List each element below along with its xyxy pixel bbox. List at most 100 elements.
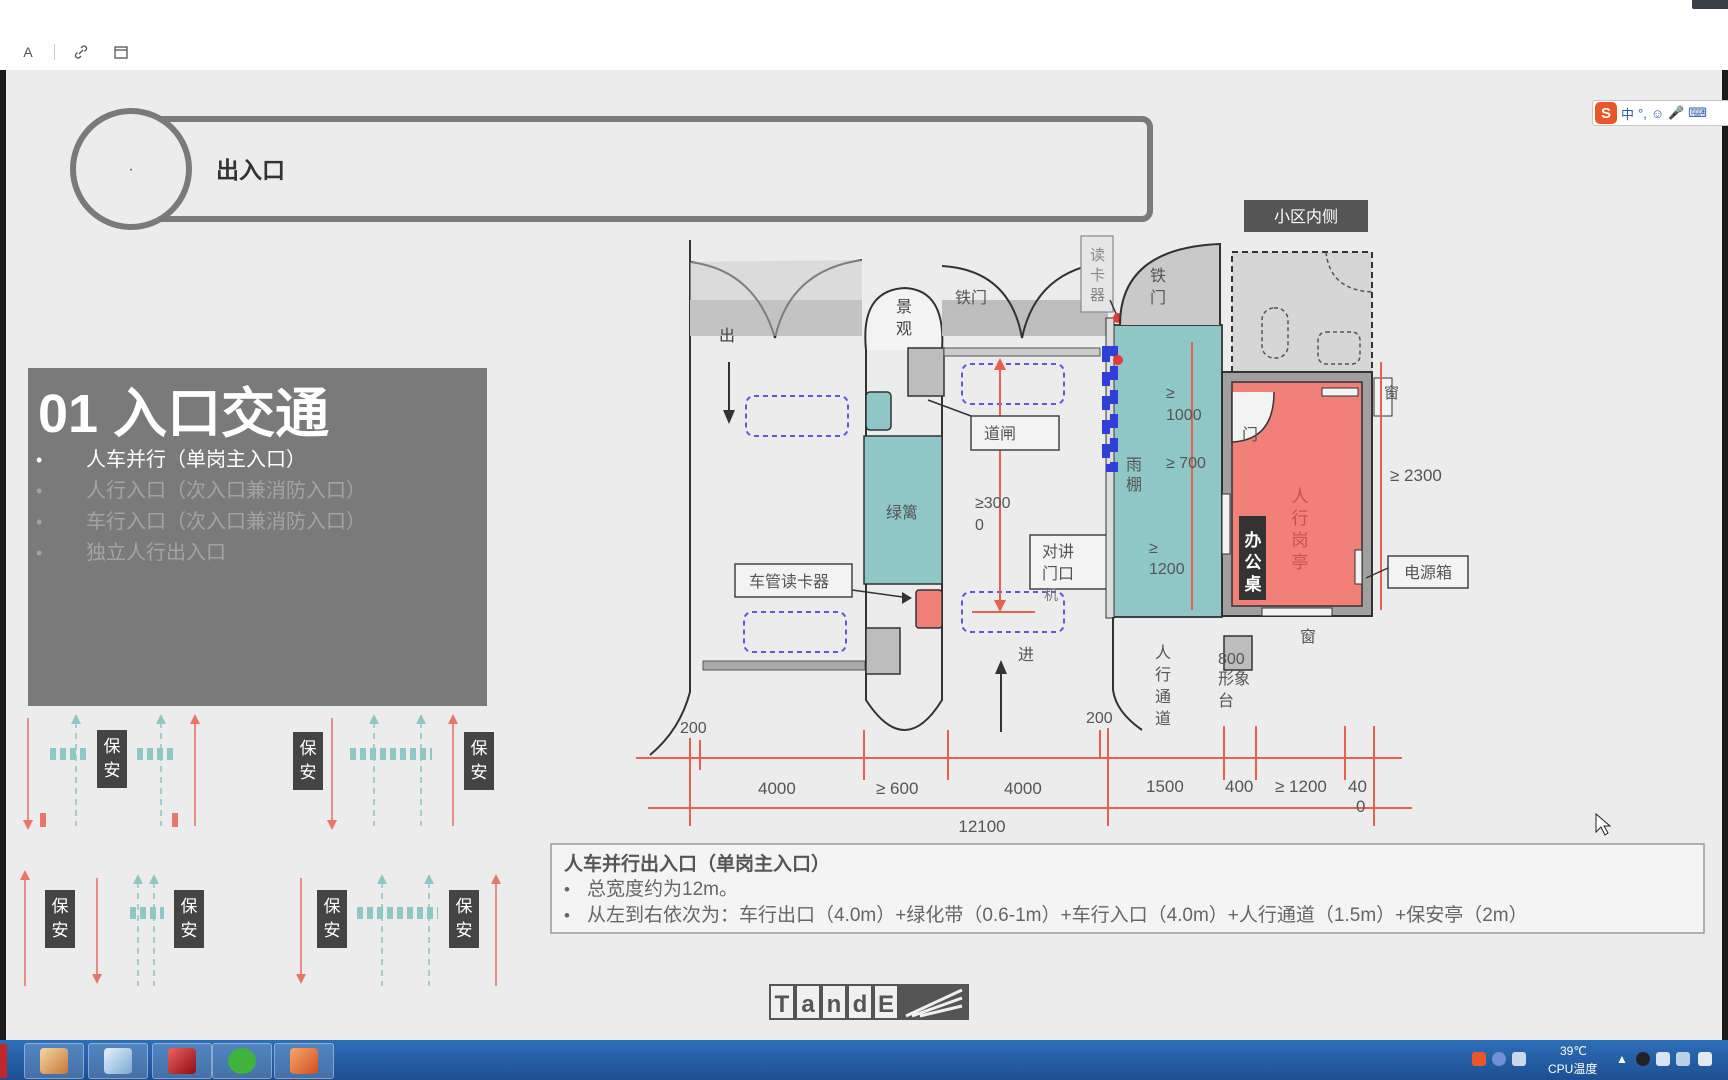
passage-label: 行 [1155, 666, 1171, 684]
green-strip-label: 绿篱 [886, 503, 918, 522]
taskbar-app-powerpoint[interactable] [274, 1043, 334, 1079]
wechat-icon [228, 1048, 256, 1074]
taskbar-app-autocad[interactable] [152, 1043, 212, 1079]
arrowhead [491, 874, 501, 884]
volume-tray-icon[interactable] [1698, 1052, 1712, 1066]
guard-label: 安 [181, 921, 198, 940]
dim-label: ≥ [1149, 540, 1158, 557]
desk-label: 公 [1245, 553, 1262, 572]
booth-label: 亭 [1292, 553, 1309, 572]
flag-tray-icon[interactable] [1656, 1052, 1670, 1066]
iron-gate-label: 铁门 [955, 289, 987, 307]
arrowhead [424, 874, 434, 884]
intercom-label: 门口 [1042, 565, 1074, 583]
dim-label: 0 [1356, 797, 1365, 816]
topic-panel: 01 入口交通 • 人车并行（单岗主入口） • 人行入口（次入口兼消防入口） •… [28, 368, 487, 706]
arrowhead [133, 874, 143, 884]
vehicle-slot [961, 363, 1065, 405]
cpu-temperature: 39℃ [1560, 1044, 1587, 1058]
booth-side-window [1221, 493, 1231, 555]
booth-label: 岗 [1292, 531, 1309, 550]
topic-bullet: • [36, 450, 42, 470]
topic-bullet: • [36, 543, 42, 563]
help-tray-icon[interactable] [1492, 1052, 1506, 1066]
plan-boundary [649, 240, 691, 756]
topic-item[interactable]: 人行入口（次入口兼消防入口） [86, 479, 366, 502]
logo-letter: E [878, 991, 894, 1018]
topic-item[interactable]: 车行入口（次入口兼消防入口） [86, 510, 366, 533]
booth-bottom-window [1261, 607, 1333, 617]
link-button[interactable] [70, 42, 92, 62]
editor-toolbar [0, 0, 1728, 70]
taskbar-app-tools[interactable] [24, 1043, 84, 1079]
dim-label: ≥ 700 [1166, 455, 1206, 472]
dim-label: ≥300 [975, 495, 1011, 512]
explorer-icon [104, 1048, 132, 1074]
tray-widget-icon[interactable] [1512, 1052, 1526, 1066]
desk-label: 桌 [1245, 575, 1263, 594]
ime-toolbar[interactable]: S 中 °, ☺ 🎤 ⌨ [1592, 100, 1728, 126]
guard-label: 安 [456, 921, 473, 940]
link-icon [74, 45, 88, 59]
taskbar-app-wechat[interactable] [212, 1043, 272, 1079]
arrowhead [416, 714, 426, 724]
tray-expand-icon[interactable]: ▲ [1616, 1052, 1628, 1066]
booth-window-strip [1321, 387, 1359, 397]
keyboard-icon[interactable]: ⌨ [1688, 105, 1707, 121]
topic-bullet: • [36, 481, 42, 501]
autocad-icon [168, 1048, 196, 1074]
iron-gate-label: 门 [1150, 289, 1166, 307]
barrier-machine [865, 627, 901, 675]
dim-label: 0 [975, 517, 984, 534]
dim-label: ≥ 1200 [1275, 777, 1327, 796]
topic-item[interactable]: 独立人行出入口 [86, 541, 226, 564]
calendar-button[interactable] [110, 42, 132, 62]
ime-punctuation-toggle[interactable]: °, [1638, 106, 1647, 121]
caption-box: 人车并行出入口（单岗主入口） • 总宽度约为12m。 • 从左到右依次为：车行出… [550, 843, 1705, 934]
guard-label: 保 [181, 897, 198, 916]
sogou-tray-icon[interactable] [1472, 1052, 1486, 1066]
gate-marker [40, 813, 46, 827]
washroom-area [1231, 251, 1373, 373]
booth-label: 人 [1292, 487, 1309, 506]
guard-label: 保 [456, 897, 473, 916]
power-box-label: 电源箱 [1404, 564, 1452, 582]
mic-icon[interactable]: 🎤 [1668, 105, 1684, 121]
arrowhead [92, 974, 102, 984]
text-tool-label: A [23, 44, 33, 60]
dim-total-label: 12100 [958, 817, 1005, 836]
guard-label: 保 [104, 737, 121, 756]
start-edge[interactable] [0, 1044, 7, 1078]
text-tool-button[interactable]: A [18, 42, 38, 62]
iron-gate-label: 铁 [1150, 267, 1166, 285]
arrowhead [190, 714, 200, 724]
counter-label: 形象 [1218, 670, 1250, 688]
logo-letter: n [827, 991, 842, 1018]
ime-mode-toggle[interactable]: 中 [1621, 104, 1634, 123]
caption-line: 从左到右依次为：车行出口（4.0m）+绿化带（0.6-1m）+车行入口（4.0m… [587, 904, 1528, 926]
dim-label: 400 [1225, 777, 1253, 796]
dim-label: 40 [1348, 777, 1367, 796]
intercom-label: 对讲 [1042, 543, 1074, 561]
toolbar-separator [54, 44, 55, 60]
vehicle-reader-label: 车管读卡器 [749, 573, 829, 591]
guard-label: 安 [52, 921, 69, 940]
taskbar-app-explorer[interactable] [88, 1043, 148, 1079]
canopy-label: 棚 [1126, 476, 1142, 494]
qq-tray-icon[interactable] [1636, 1052, 1650, 1066]
slide-right-border [1722, 70, 1728, 1040]
logo-letter: T [775, 991, 790, 1018]
tande-logo: T a n d E [769, 984, 969, 1020]
median-planter [865, 391, 892, 431]
arrowhead [296, 974, 306, 984]
smiley-icon[interactable]: ☺ [1651, 106, 1664, 121]
arrowhead [377, 874, 387, 884]
topic-item-active[interactable]: 人车并行（单岗主入口） [86, 448, 306, 471]
slide: · 出入口 01 入口交通 • 人车并行（单岗主入口） • 人行入口（次入口兼消… [6, 70, 1722, 1040]
network-tray-icon[interactable] [1676, 1052, 1690, 1066]
exit-label: 出 [719, 327, 735, 345]
booth-label: 行 [1292, 509, 1309, 528]
guard-label: 保 [324, 897, 341, 916]
vehicle-slot [745, 395, 849, 437]
intercom-label: 机 [1044, 587, 1058, 603]
